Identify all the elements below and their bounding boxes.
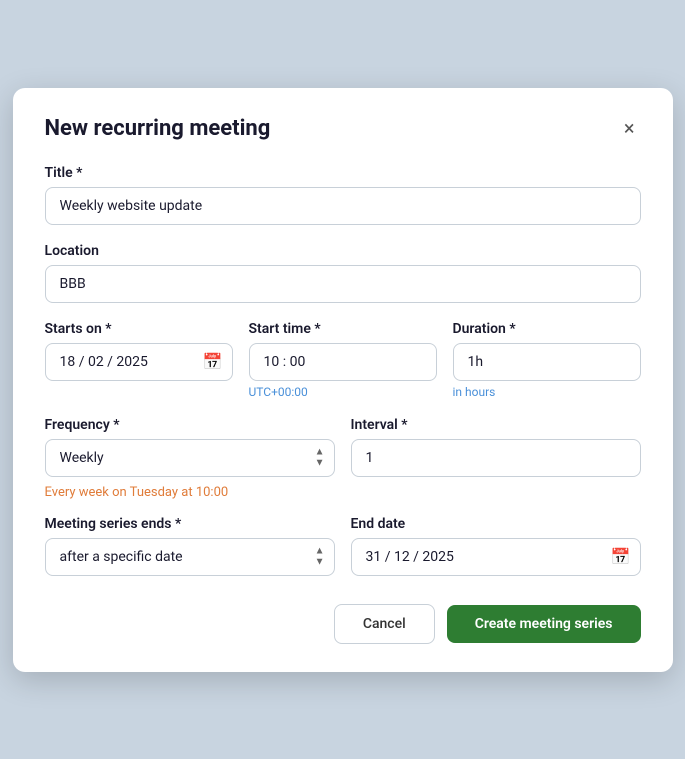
title-field-group: Title * xyxy=(45,165,641,225)
frequency-field: Frequency * Weekly Daily Monthly ▲ ▼ xyxy=(45,417,335,477)
meeting-ends-field: Meeting series ends * after a specific d… xyxy=(45,516,335,576)
cancel-button[interactable]: Cancel xyxy=(334,604,435,644)
end-date-label: End date xyxy=(351,516,641,532)
modal-dialog: New recurring meeting × Title * Location… xyxy=(13,88,673,672)
meeting-ends-select[interactable]: after a specific date after a number of … xyxy=(45,538,335,576)
frequency-select[interactable]: Weekly Daily Monthly xyxy=(45,439,335,477)
location-field-group: Location xyxy=(45,243,641,303)
start-time-input[interactable] xyxy=(249,343,437,381)
recurrence-info: Every week on Tuesday at 10:00 xyxy=(45,485,641,500)
starts-on-label: Starts on * xyxy=(45,321,233,337)
frequency-label: Frequency * xyxy=(45,417,335,433)
modal-overlay: New recurring meeting × Title * Location… xyxy=(0,0,685,759)
modal-header: New recurring meeting × xyxy=(45,116,641,141)
create-meeting-series-button[interactable]: Create meeting series xyxy=(447,605,641,643)
location-label: Location xyxy=(45,243,641,259)
title-label: Title * xyxy=(45,165,641,181)
meeting-ends-select-wrapper: after a specific date after a number of … xyxy=(45,538,335,576)
ends-row: Meeting series ends * after a specific d… xyxy=(45,516,641,576)
end-date-input[interactable] xyxy=(351,538,641,576)
end-date-input-wrapper: 📅 xyxy=(351,538,641,576)
end-date-field: End date 📅 xyxy=(351,516,641,576)
frequency-interval-row: Frequency * Weekly Daily Monthly ▲ ▼ Int… xyxy=(45,417,641,477)
duration-unit-label: in hours xyxy=(453,385,641,399)
title-input[interactable] xyxy=(45,187,641,225)
start-time-field: Start time * UTC+00:00 xyxy=(249,321,437,399)
starts-on-field: Starts on * 📅 xyxy=(45,321,233,399)
duration-field: Duration * in hours xyxy=(453,321,641,399)
modal-title: New recurring meeting xyxy=(45,116,271,141)
starts-on-input-wrapper: 📅 xyxy=(45,343,233,381)
timezone-label: UTC+00:00 xyxy=(249,385,437,399)
duration-label: Duration * xyxy=(453,321,641,337)
starts-on-input[interactable] xyxy=(45,343,233,381)
location-input[interactable] xyxy=(45,265,641,303)
date-time-row: Starts on * 📅 Start time * UTC+00:00 Dur… xyxy=(45,321,641,399)
interval-input[interactable] xyxy=(351,439,641,477)
start-time-label: Start time * xyxy=(249,321,437,337)
interval-field: Interval * xyxy=(351,417,641,477)
footer-buttons: Cancel Create meeting series xyxy=(45,604,641,644)
meeting-ends-label: Meeting series ends * xyxy=(45,516,335,532)
close-button[interactable]: × xyxy=(618,116,641,140)
frequency-select-wrapper: Weekly Daily Monthly ▲ ▼ xyxy=(45,439,335,477)
duration-input[interactable] xyxy=(453,343,641,381)
interval-label: Interval * xyxy=(351,417,641,433)
